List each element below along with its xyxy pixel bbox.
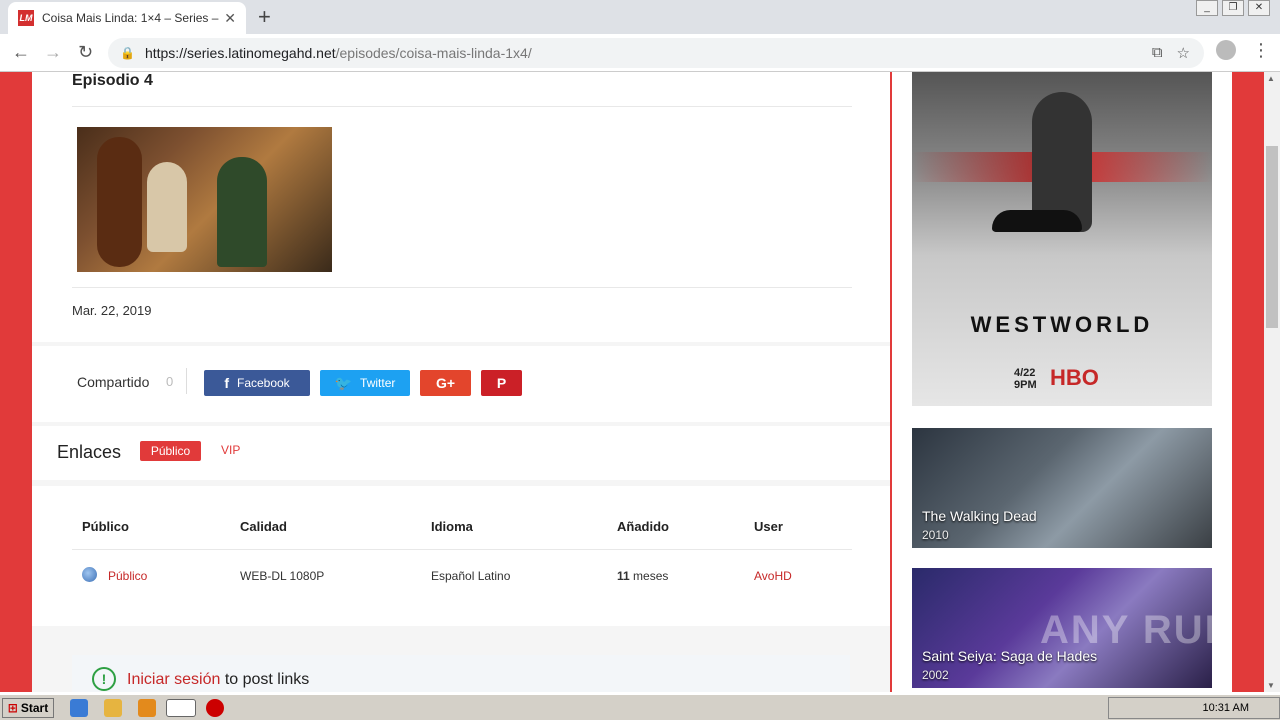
google-plus-icon: G+	[435, 375, 456, 391]
westworld-poster[interactable]: WESTWORLD 4/22 9PM HBO	[912, 72, 1212, 406]
hat-shape	[992, 210, 1082, 232]
browser-menu-icon[interactable]: ⋮	[1252, 40, 1270, 61]
watermark: ANY RUN	[1040, 608, 1236, 652]
restore-button[interactable]: ❐	[1222, 0, 1244, 16]
url-text: https://series.latinomegahd.net/episodes…	[144, 45, 532, 61]
facebook-icon: f	[224, 375, 229, 391]
link-type[interactable]: Público	[108, 569, 147, 583]
poster-date: 4/22 9PM	[1014, 367, 1037, 391]
figure-shape	[217, 157, 267, 267]
page-viewport: Episodio 4 Mar. 22, 2019 Compartido 0 fF…	[0, 72, 1264, 692]
hbo-logo: HBO	[1050, 365, 1099, 390]
bass-shape	[97, 137, 142, 267]
poster-title: WESTWORLD	[970, 312, 1154, 337]
link-quality: WEB-DL 1080P	[240, 569, 325, 583]
link-language: Español Latino	[431, 569, 511, 583]
table-header: Añadido	[617, 519, 669, 534]
browser-tab-bar: LM Coisa Mais Linda: 1×4 – Series – Lat …	[0, 0, 1280, 34]
poster-year: 2002	[922, 668, 949, 682]
scroll-down-icon[interactable]: ▼	[1267, 681, 1275, 690]
clock: 10:31 AM	[1202, 702, 1249, 714]
chrome-icon[interactable]	[166, 699, 196, 717]
translate-icon[interactable]: ⧉	[1152, 44, 1163, 62]
minimize-button[interactable]: _	[1196, 0, 1218, 16]
link-user[interactable]: AvoHD	[754, 569, 792, 583]
episode-thumbnail	[77, 127, 332, 272]
poster-name: The Walking Dead	[922, 508, 1037, 524]
login-prompt: ! Iniciar sesión to post links	[72, 655, 850, 692]
lock-icon: 🔒	[120, 46, 135, 60]
table-header: Público	[82, 519, 129, 534]
table-header: Calidad	[240, 519, 287, 534]
back-arrow-icon[interactable]: ←	[12, 42, 30, 63]
poster-walking-dead[interactable]: The Walking Dead 2010	[912, 428, 1212, 548]
table-header: User	[754, 519, 783, 534]
episode-date: Mar. 22, 2019	[72, 303, 152, 318]
divider	[72, 549, 852, 550]
login-text: Iniciar sesión to post links	[127, 671, 310, 688]
links-title: Enlaces	[57, 442, 122, 462]
divider	[186, 368, 187, 394]
poster-year: 2010	[922, 528, 949, 542]
main-content: Episodio 4 Mar. 22, 2019 Compartido 0 fF…	[32, 72, 890, 692]
forward-arrow-icon[interactable]: →	[44, 42, 62, 63]
divider	[72, 287, 852, 288]
site-favicon-icon: LM	[18, 10, 34, 26]
scroll-thumb[interactable]	[1266, 146, 1278, 328]
twitter-bird-icon: 🐦	[334, 374, 353, 391]
windows-logo-icon: ⊞	[7, 701, 18, 715]
browser-toolbar: ← → ↻ 🔒 https://series.latinomegahd.net/…	[0, 34, 1280, 72]
tab-vip[interactable]: VIP	[221, 443, 240, 457]
window-controls: _ ❐ ✕	[1196, 0, 1270, 16]
figure-shape	[147, 162, 187, 252]
table-header: Idioma	[431, 519, 473, 534]
ie-icon[interactable]	[70, 699, 88, 717]
links-table-card	[32, 486, 890, 626]
alert-icon: !	[92, 667, 116, 691]
scroll-up-icon[interactable]: ▲	[1267, 74, 1275, 83]
bookmark-star-icon[interactable]: ☆	[1177, 44, 1190, 62]
close-window-button[interactable]: ✕	[1248, 0, 1270, 16]
pinterest-icon: P	[496, 375, 507, 391]
folder-icon[interactable]	[104, 699, 122, 717]
close-tab-icon[interactable]: ✕	[224, 10, 236, 27]
pinterest-share-button[interactable]: P	[481, 370, 522, 396]
windows-taskbar: ⊞ Start 10:31 AM	[0, 694, 1280, 720]
share-label: Compartido	[77, 374, 150, 390]
system-tray: 10:31 AM	[1108, 697, 1280, 719]
login-link[interactable]: Iniciar sesión	[127, 671, 220, 688]
globe-icon	[82, 567, 97, 582]
sidebar: WESTWORLD 4/22 9PM HBO The Walking Dead 2…	[892, 72, 1232, 692]
facebook-share-button[interactable]: f Facebook	[204, 370, 310, 396]
episode-card: Episodio 4 Mar. 22, 2019	[32, 72, 890, 342]
page-scrollbar[interactable]: ▲ ▼	[1264, 72, 1280, 692]
reload-icon[interactable]: ↻	[78, 42, 93, 63]
link-added: 11 meses	[617, 569, 669, 583]
divider	[72, 106, 852, 107]
address-bar[interactable]: 🔒 https://series.latinomegahd.net/episod…	[108, 38, 1204, 68]
start-button[interactable]: ⊞ Start	[2, 698, 54, 718]
new-tab-button[interactable]: +	[258, 4, 271, 30]
episode-title: Episodio 4	[72, 72, 153, 89]
tab-public[interactable]: Público	[140, 441, 201, 461]
twitter-share-button[interactable]: 🐦 Twitter	[320, 370, 410, 396]
media-player-icon[interactable]	[138, 699, 156, 717]
tab-title: Coisa Mais Linda: 1×4 – Series – Lat	[42, 11, 222, 25]
browser-tab[interactable]: LM Coisa Mais Linda: 1×4 – Series – Lat …	[8, 2, 246, 34]
security-icon[interactable]	[206, 699, 224, 717]
share-count: 0	[166, 374, 174, 389]
profile-avatar[interactable]	[1216, 40, 1236, 60]
google-plus-share-button[interactable]: G+	[420, 370, 471, 396]
